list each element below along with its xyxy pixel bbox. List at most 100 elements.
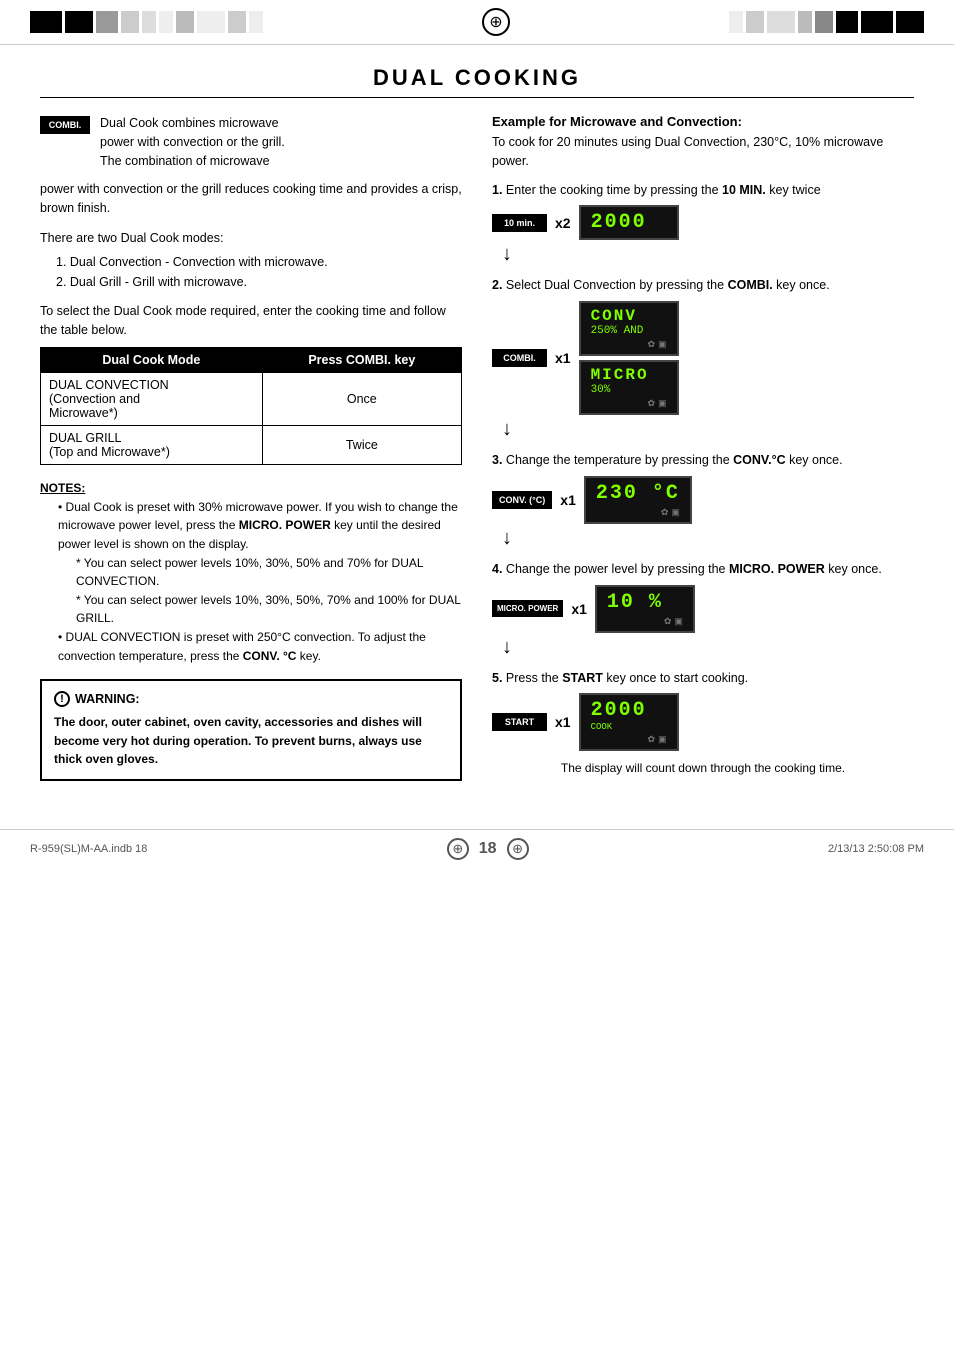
step-2-visual: COMBI. x1 CONV 250% AND ✿▣ MICRO 30% ✿▣: [492, 301, 914, 415]
step-5-visual: START x1 2000 COOK ✿▣: [492, 693, 914, 751]
table-cell-press1: Once: [262, 373, 461, 426]
header: ⊕: [0, 0, 954, 45]
step-1: 1. Enter the cooking time by pressing th…: [492, 181, 914, 265]
header-right-blocks: [729, 11, 924, 33]
combi-intro-section: COMBI. Dual Cook combines microwave powe…: [40, 114, 462, 170]
step-4-display: 10 % ✿▣: [595, 585, 695, 633]
step-2-key-btn: COMBI.: [492, 349, 547, 367]
page-title: DUAL COOKING: [40, 65, 914, 98]
mode-item-2: 2. Dual Grill - Grill with microwave.: [56, 272, 462, 292]
header-block: [65, 11, 93, 33]
step-1-header: 1. Enter the cooking time by pressing th…: [492, 181, 914, 200]
display-countdown-note: The display will count down through the …: [492, 759, 914, 777]
step-2-count: x1: [555, 350, 571, 366]
step-1-arrow: ↓: [502, 244, 914, 264]
note-sub-2: You can select power levels 10%, 30%, 50…: [68, 591, 462, 628]
step-4-key-btn: MICRO. POWER: [492, 600, 563, 617]
table-header-press: Press COMBI. key: [262, 348, 461, 373]
step-3-key-btn: CONV. (°C): [492, 491, 552, 509]
warning-box: ! WARNING: The door, outer cabinet, oven…: [40, 679, 462, 781]
intro-line2: power with convection or the grill.: [100, 135, 285, 149]
left-column: COMBI. Dual Cook combines microwave powe…: [40, 114, 462, 789]
step-2: 2. Select Dual Convection by pressing th…: [492, 276, 914, 439]
step-4-visual: MICRO. POWER x1 10 % ✿▣: [492, 585, 914, 633]
header-block: [896, 11, 924, 33]
step-5-display: 2000 COOK ✿▣: [579, 693, 679, 751]
table-header-mode: Dual Cook Mode: [41, 348, 263, 373]
step-3-count: x1: [560, 492, 576, 508]
step-1-key: 10 MIN.: [722, 183, 766, 197]
header-block: [249, 11, 263, 33]
dual-cook-table: Dual Cook Mode Press COMBI. key DUAL CON…: [40, 347, 462, 465]
step-2-key: COMBI.: [728, 278, 773, 292]
notes-title: NOTES:: [40, 479, 462, 498]
table-row: DUAL GRILL(Top and Microwave*) Twice: [41, 426, 462, 465]
step-5-header: 5. Press the START key once to start coo…: [492, 669, 914, 688]
step-1-key-btn: 10 min.: [492, 214, 547, 232]
intro-line1: Dual Cook combines microwave: [100, 116, 279, 130]
right-column: Example for Microwave and Convection: To…: [492, 114, 914, 789]
step-2-display-bottom: MICRO 30% ✿▣: [579, 360, 679, 415]
footer-circle: ⊕: [447, 838, 469, 860]
step-1-visual: 10 min. x2 2000: [492, 205, 914, 240]
page-content: DUAL COOKING COMBI. Dual Cook combines m…: [0, 45, 954, 819]
modes-list: 1. Dual Convection - Convection with mic…: [56, 252, 462, 292]
intro-text: Dual Cook combines microwave power with …: [100, 114, 285, 170]
notes-section: NOTES: Dual Cook is preset with 30% micr…: [40, 479, 462, 665]
header-block: [96, 11, 118, 33]
step-2-arrow: ↓: [502, 419, 914, 439]
step-4-header: 4. Change the power level by pressing th…: [492, 560, 914, 579]
step-3-header: 3. Change the temperature by pressing th…: [492, 451, 914, 470]
step-4-count: x1: [571, 601, 587, 617]
step-5: 5. Press the START key once to start coo…: [492, 669, 914, 778]
step-4: 4. Change the power level by pressing th…: [492, 560, 914, 657]
warning-title: ! WARNING:: [54, 691, 448, 707]
notes-list: Dual Cook is preset with 30% microwave p…: [50, 498, 462, 665]
modes-intro-text: There are two Dual Cook modes:: [40, 228, 462, 248]
step-3-key: CONV.°C: [733, 453, 785, 467]
intro-line3: The combination of microwave: [100, 154, 270, 168]
step-3-visual: CONV. (°C) x1 230 °C ✿▣: [492, 476, 914, 524]
footer-left: R-959(SL)M-AA.indb 18: [30, 843, 147, 855]
warning-label: WARNING:: [75, 692, 140, 706]
header-block: [228, 11, 246, 33]
note-item-1: Dual Cook is preset with 30% microwave p…: [50, 498, 462, 554]
table-cell-mode1: DUAL CONVECTION(Convection andMicrowave*…: [41, 373, 263, 426]
table-row: DUAL CONVECTION(Convection andMicrowave*…: [41, 373, 462, 426]
header-block: [121, 11, 139, 33]
two-column-layout: COMBI. Dual Cook combines microwave powe…: [40, 114, 914, 789]
step-2-header: 2. Select Dual Convection by pressing th…: [492, 276, 914, 295]
header-block: [861, 11, 893, 33]
header-block: [746, 11, 764, 33]
footer: R-959(SL)M-AA.indb 18 ⊕ 18 ⊕ 2/13/13 2:5…: [0, 829, 954, 868]
select-instructions: To select the Dual Cook mode required, e…: [40, 302, 462, 340]
header-block: [836, 11, 858, 33]
note-sub-1: You can select power levels 10%, 30%, 50…: [68, 554, 462, 591]
header-block: [159, 11, 173, 33]
header-block: [798, 11, 812, 33]
warning-text: The door, outer cabinet, oven cavity, ac…: [54, 713, 448, 769]
note-item-2: DUAL CONVECTION is preset with 250°C con…: [50, 628, 462, 665]
table-cell-mode2: DUAL GRILL(Top and Microwave*): [41, 426, 263, 465]
step-2-display-top: CONV 250% AND ✿▣: [579, 301, 679, 356]
header-block: [729, 11, 743, 33]
step-5-count: x1: [555, 714, 571, 730]
footer-right: 2/13/13 2:50:08 PM: [828, 843, 924, 855]
mode-item-1: 1. Dual Convection - Convection with mic…: [56, 252, 462, 272]
intro-continuation: power with convection or the grill reduc…: [40, 180, 462, 218]
step-3-arrow: ↓: [502, 528, 914, 548]
footer-circle-right: ⊕: [507, 838, 529, 860]
crosshair-icon: ⊕: [489, 12, 502, 32]
warning-icon: !: [54, 691, 70, 707]
step-5-key-btn: START: [492, 713, 547, 731]
header-block: [815, 11, 833, 33]
step-1-count: x2: [555, 215, 571, 231]
notes-sublist: You can select power levels 10%, 30%, 50…: [68, 554, 462, 628]
header-block: [176, 11, 194, 33]
step-4-key: MICRO. POWER: [729, 562, 825, 576]
step-3: 3. Change the temperature by pressing th…: [492, 451, 914, 548]
header-center-circle: ⊕: [482, 8, 510, 36]
example-desc: To cook for 20 minutes using Dual Convec…: [492, 133, 914, 171]
step-3-display: 230 °C ✿▣: [584, 476, 692, 524]
header-block: [767, 11, 795, 33]
